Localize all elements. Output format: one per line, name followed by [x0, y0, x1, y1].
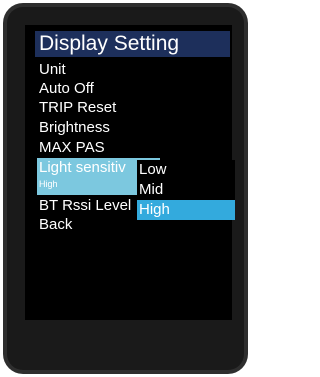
page-title: Display Setting: [35, 31, 230, 57]
dropdown-option-mid[interactable]: Mid: [137, 180, 235, 200]
menu-item-unit[interactable]: Unit: [39, 61, 66, 78]
dropdown-option-high[interactable]: High: [137, 200, 235, 220]
device-frame: Display Setting Unit Auto Off TRIP Reset…: [3, 3, 248, 374]
dropdown-option-low[interactable]: Low: [137, 160, 235, 180]
menu-item-auto-off[interactable]: Auto Off: [39, 80, 94, 97]
menu-item-light-sensitivity-value: High: [39, 179, 58, 189]
menu-item-trip-reset[interactable]: TRIP Reset: [39, 99, 116, 116]
display-screen: Display Setting Unit Auto Off TRIP Reset…: [25, 25, 235, 320]
menu-item-bt-rssi-level[interactable]: BT Rssi Level: [39, 197, 131, 214]
menu-item-back[interactable]: Back: [39, 216, 72, 233]
menu-item-max-pas[interactable]: MAX PAS: [39, 139, 105, 156]
menu-item-brightness[interactable]: Brightness: [39, 119, 110, 136]
